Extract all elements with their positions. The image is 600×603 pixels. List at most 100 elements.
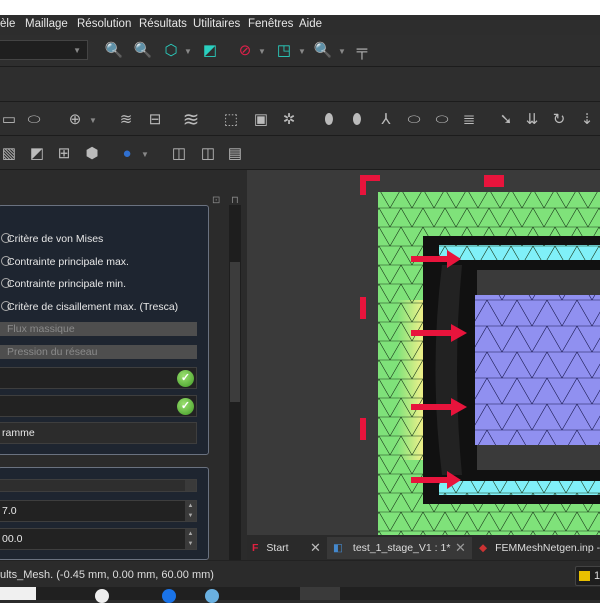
selection-view-icon[interactable]: ◳ [275,41,293,59]
menu-resolution[interactable]: Résolution [77,18,131,30]
view-zoom-icon[interactable]: 🔍 [314,41,333,59]
coil-icon[interactable]: ≣ [460,110,478,128]
freecad-icon: F [252,542,259,554]
mesh-toolbar: ▧ ◩ ⊞ ⬢ ● ▼ ◫ ◫ ▤ [0,136,600,170]
mesh-clip-icon[interactable]: ◫ [199,144,217,162]
factor-spinbox[interactable]: 7.0 ▲ ▼ [0,500,197,522]
taskbar-search[interactable] [0,587,36,600]
tab-test-1-stage[interactable]: ◧ test_1_stage_V1 : 1* ✕ [327,537,472,559]
result-type-group: Critère de von Mises Contrainte principa… [0,205,209,455]
chevron-down-icon[interactable]: ▼ [298,47,306,56]
scrollbar-thumb[interactable] [230,262,240,402]
tab-label: Start [266,542,289,554]
workbench-combo[interactable]: ▼ [0,40,88,60]
close-icon[interactable]: ✕ [455,537,466,559]
spring-icon[interactable]: ⅄ [377,110,395,128]
tie-icon[interactable]: ⬭ [433,110,451,128]
tab-femmesh[interactable]: ◆ FEMMeshNetgen.inp - E [479,537,600,559]
radio-label: Contrainte principale min. [7,278,127,290]
measure-icon[interactable]: ╤ [353,41,371,59]
load-icon[interactable]: ➘ [497,110,515,128]
chevron-down-icon[interactable]: ▼ [258,47,266,56]
menu-maillage[interactable]: Maillage [25,18,68,30]
nav-label: 1 [594,570,600,582]
spin-value: 7.0 [2,505,17,517]
menu-utilitaires[interactable]: Utilitaires [193,18,240,30]
histogram-button[interactable]: ramme [0,422,197,444]
displacement-icon[interactable]: ✲ [280,110,298,128]
taskbar-app-icon[interactable] [95,589,109,603]
close-icon[interactable]: ✕ [310,537,321,559]
slider-handle[interactable] [185,480,196,491]
sphere-icon[interactable]: ● [118,144,136,162]
spin-arrows-icon[interactable]: ▲ ▼ [185,529,196,549]
chevron-down-icon[interactable]: ▼ [141,150,149,159]
shell-icon[interactable]: ▧ [0,144,18,162]
spin-arrows-icon[interactable]: ▲ ▼ [185,501,196,521]
contact-icon[interactable]: ⬭ [405,110,423,128]
window-top-edge [0,0,600,15]
mesh-face-icon[interactable]: ◩ [28,144,46,162]
fit-all-icon[interactable]: 🔍 [105,41,124,59]
radio-von-mises[interactable]: Critère de von Mises [1,233,103,245]
document-tabs: F Start ✕ ◧ test_1_stage_V1 : 1* ✕ ◆ FEMMes… [247,535,600,560]
taskbar-app-icon[interactable] [205,589,219,603]
chevron-down-icon[interactable]: ▼ [89,116,97,125]
menu-aide[interactable]: Aide [299,18,322,30]
mesh-netgen-icon[interactable]: ⬢ [83,144,101,162]
tab-label: test_1_stage_V1 : 1* [352,542,451,554]
slider-track[interactable] [0,479,197,492]
plate-icon[interactable]: ▭ [0,110,18,128]
draw-style-icon[interactable]: ⊘ [236,41,254,59]
min-field[interactable]: ✓ [0,395,197,417]
radio-mass-flow: Flux massique [0,322,197,336]
mesh-file-icon: ◆ [479,542,488,554]
3d-viewport[interactable] [247,170,600,535]
nav-style-icon [579,571,590,581]
mesh-box-icon[interactable]: ◫ [170,144,188,162]
view-toolbar: ▼ 🔍 🔍 ⬡ ▼ ◩ ⊘ ▼ ◳ ▼ 🔍 ▼ ╤ [0,35,600,67]
equation-icon[interactable]: ≋ [117,110,135,128]
menu-bar: èle Maillage Résolution Résultats Utilit… [0,15,600,35]
force-icon[interactable]: ⬮ [348,110,366,128]
rigid-body-icon[interactable]: ⬮ [320,110,338,128]
chevron-down-icon[interactable]: ▼ [184,47,192,56]
boolean-icon[interactable]: ⊕ [66,110,84,128]
isometric-view-icon[interactable]: ⬡ [162,41,180,59]
menu-model[interactable]: èle [0,18,15,30]
chevron-down-icon: ▼ [73,46,81,55]
max-factor-spinbox[interactable]: 00.0 ▲ ▼ [0,528,197,550]
os-taskbar [0,587,600,603]
pressure-icon[interactable]: ⇊ [523,110,541,128]
radio-label: Critère de cisaillement max. (Tresca) [7,301,179,313]
gravity-icon[interactable]: ⇣ [578,110,596,128]
rotation-icon[interactable]: ↻ [550,110,568,128]
constraint-fixed-icon[interactable]: ⬚ [222,110,240,128]
radio-network-pressure: Pression du réseau [0,345,197,359]
radio-tresca[interactable]: Critère de cisaillement max. (Tresca) [1,301,179,313]
menu-fenetres[interactable]: Fenêtres [248,18,293,30]
box-zoom-icon[interactable]: ◩ [201,41,219,59]
fem-mesh-view [360,175,600,535]
chevron-down-icon[interactable]: ▼ [338,47,346,56]
radio-principal-max[interactable]: Contrainte principale max. [1,256,129,268]
max-field[interactable]: ✓ [0,367,197,389]
mesh-region-icon[interactable]: ⊞ [55,144,73,162]
tab-start[interactable]: F Start ✕ [252,537,330,559]
spin-value: 00.0 [2,533,23,545]
float-icon[interactable]: ⊡ [212,195,220,206]
solver-info-icon[interactable]: ⊟ [146,110,164,128]
navigation-indicator[interactable]: 1 [575,566,600,586]
fit-selection-icon[interactable]: 🔍 [134,41,153,59]
taskbar-app-icon[interactable] [162,589,176,603]
document-icon: ◧ [333,542,343,554]
mesh-group-icon[interactable]: ▤ [226,144,244,162]
status-text: ults_Mesh. (-0.45 mm, 0.00 mm, 60.00 mm) [0,569,214,581]
check-icon: ✓ [177,370,194,387]
taskbar-freecad[interactable] [300,587,340,600]
waves-icon[interactable]: ≋ [182,109,200,131]
menu-resultats[interactable]: Résultats [139,18,187,30]
box-icon[interactable]: ▣ [252,110,270,128]
radio-principal-min[interactable]: Contrainte principale min. [1,278,127,290]
beam-icon[interactable]: ⬭ [25,110,43,128]
